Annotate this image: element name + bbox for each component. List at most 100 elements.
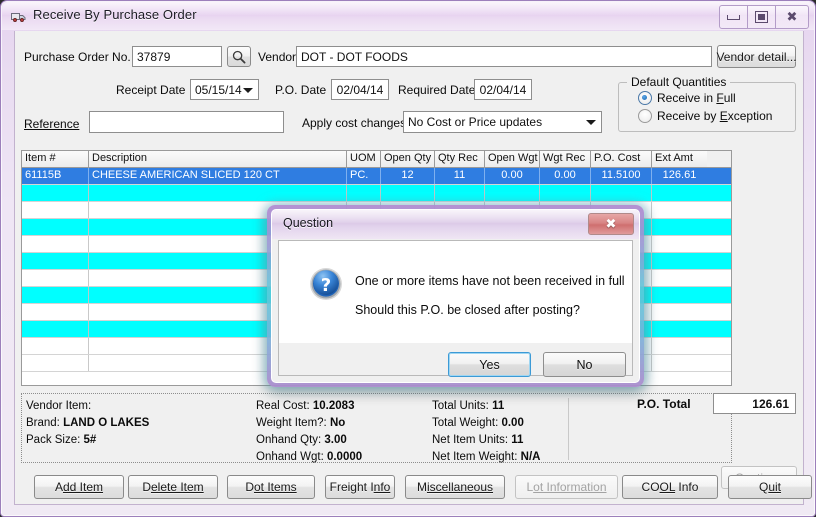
table-cell — [652, 253, 707, 269]
lot-information-button-label: Lot Information — [526, 480, 607, 494]
chevron-down-icon — [243, 87, 253, 93]
apply-cost-changes-value: No Cost or Price updates — [408, 115, 543, 129]
detail-line: Brand: LAND O LAKES — [26, 417, 149, 429]
lot-information-button[interactable]: Lot Information — [515, 475, 618, 499]
table-cell — [347, 185, 381, 201]
table-row[interactable]: 61115B CHEESE AMERICAN SLICED 120 CT PC. 12… — [22, 168, 731, 185]
apply-cost-changes-combo[interactable]: No Cost or Price updates — [403, 111, 602, 133]
delete-item-button[interactable]: Delete Item — [128, 475, 218, 499]
detail-line: Pack Size: 5# — [26, 434, 96, 446]
detail-line: Vendor Item: — [26, 400, 91, 412]
dot-items-button[interactable]: Dot Items — [227, 475, 315, 499]
receipt-date-combo[interactable]: 05/15/14 — [190, 79, 259, 100]
po-date-label: P.O. Date — [275, 83, 327, 97]
svg-text:?: ? — [321, 275, 331, 296]
table-cell: 12 — [381, 168, 435, 184]
table-cell — [540, 185, 591, 201]
table-cell — [435, 185, 485, 201]
detail-line: Onhand Qty: 3.00 — [256, 434, 347, 446]
detail-line: Total Units: 11 — [432, 400, 504, 412]
table-cell — [89, 185, 347, 201]
detail-value: 10.2083 — [312, 400, 355, 412]
table-cell — [22, 270, 89, 286]
table-cell — [485, 185, 540, 201]
vendor-detail-button[interactable]: Vendor detail... — [716, 45, 797, 68]
detail-line: Onhand Wgt: 0.0000 — [256, 451, 362, 463]
table-cell — [22, 219, 89, 235]
table-cell — [652, 219, 707, 235]
table-cell — [652, 338, 707, 354]
detail-divider — [568, 398, 569, 460]
radio-receive-in-full[interactable]: Receive in Full — [638, 91, 736, 105]
detail-value: 0.0000 — [326, 451, 363, 463]
miscellaneous-button[interactable]: Miscellaneous — [405, 475, 505, 499]
table-cell — [652, 270, 707, 286]
table-cell — [652, 185, 707, 201]
detail-value: 0.00 — [501, 417, 524, 429]
detail-value: N/A — [520, 451, 541, 463]
add-item-button-label: Add Item — [54, 480, 104, 494]
detail-label: Brand: — [26, 417, 64, 429]
grid-column-header[interactable]: Item # — [22, 151, 89, 167]
table-cell — [22, 236, 89, 252]
table-cell: 11.5100 — [591, 168, 652, 184]
po-search-button[interactable] — [227, 46, 251, 67]
grid-column-header[interactable]: Ext Amt — [652, 151, 707, 167]
detail-value: No — [329, 417, 346, 429]
grid-column-header[interactable]: Open Wgt — [485, 151, 540, 167]
quit-button-label: Quit — [758, 480, 782, 494]
receipt-date-value: 05/15/14 — [195, 83, 242, 97]
radio-receive-by-exception[interactable]: Receive by Exception — [638, 109, 772, 123]
po-date-input[interactable] — [331, 79, 389, 100]
dialog-no-label: No — [576, 357, 593, 372]
table-cell — [22, 287, 89, 303]
required-date-input[interactable] — [474, 79, 532, 100]
close-button[interactable]: ✖ — [776, 6, 808, 28]
question-dialog: Question ✖ ? One or more items have not … — [271, 209, 640, 383]
grid-column-header[interactable]: P.O. Cost — [591, 151, 652, 167]
table-cell — [22, 202, 89, 218]
po-total-label: P.O. Total — [637, 397, 691, 411]
window-titlebar[interactable]: Receive By Purchase Order ✖ — [2, 2, 814, 30]
purchase-order-no-input[interactable] — [132, 46, 222, 67]
grid-column-header[interactable]: Description — [89, 151, 347, 167]
reference-label: Reference — [24, 117, 80, 131]
vendor-input[interactable] — [296, 46, 712, 67]
detail-label: Onhand Qty: — [256, 434, 325, 446]
close-icon: ✖ — [786, 9, 798, 25]
detail-label: Total Units: — [432, 400, 493, 412]
dialog-close-button[interactable]: ✖ — [588, 213, 634, 235]
grid-column-header[interactable]: Wgt Rec — [540, 151, 591, 167]
minimize-button[interactable] — [720, 6, 748, 28]
grid-column-header[interactable]: UOM — [347, 151, 381, 167]
detail-label: Vendor Item: — [26, 400, 92, 412]
detail-line: Real Cost: 10.2083 — [256, 400, 354, 412]
table-row[interactable] — [22, 185, 731, 202]
maximize-icon — [755, 11, 768, 23]
dialog-titlebar[interactable]: Question ✖ — [272, 210, 639, 239]
dialog-no-button[interactable]: No — [543, 352, 626, 377]
dialog-yes-label: Yes — [479, 357, 500, 372]
detail-label: Weight Item?: — [256, 417, 330, 429]
magnifier-icon — [232, 50, 246, 64]
detail-value: LAND O LAKES — [63, 417, 150, 429]
cool-info-button[interactable]: COOL Info — [622, 475, 718, 499]
quit-button[interactable]: Quit — [728, 475, 812, 499]
dialog-body: ? One or more items have not been receiv… — [278, 240, 633, 343]
freight-info-button[interactable]: Freight Info — [325, 475, 395, 499]
table-cell: PC. — [347, 168, 381, 184]
add-item-button[interactable]: Add Item — [34, 475, 124, 499]
freight-info-button-label: Freight Info — [329, 480, 391, 494]
table-cell — [652, 321, 707, 337]
table-cell — [591, 185, 652, 201]
dialog-message-line1: One or more items have not been received… — [355, 274, 625, 288]
grid-column-header[interactable]: Open Qty — [381, 151, 435, 167]
dialog-yes-button[interactable]: Yes — [448, 352, 531, 377]
maximize-button[interactable] — [748, 6, 776, 28]
question-icon: ? — [309, 267, 343, 301]
vendor-label: Vendor — [258, 50, 297, 64]
truck-icon — [11, 10, 27, 22]
grid-column-header[interactable]: Qty Rec — [435, 151, 485, 167]
reference-input[interactable] — [89, 111, 284, 133]
receipt-date-label: Receipt Date — [116, 83, 186, 97]
